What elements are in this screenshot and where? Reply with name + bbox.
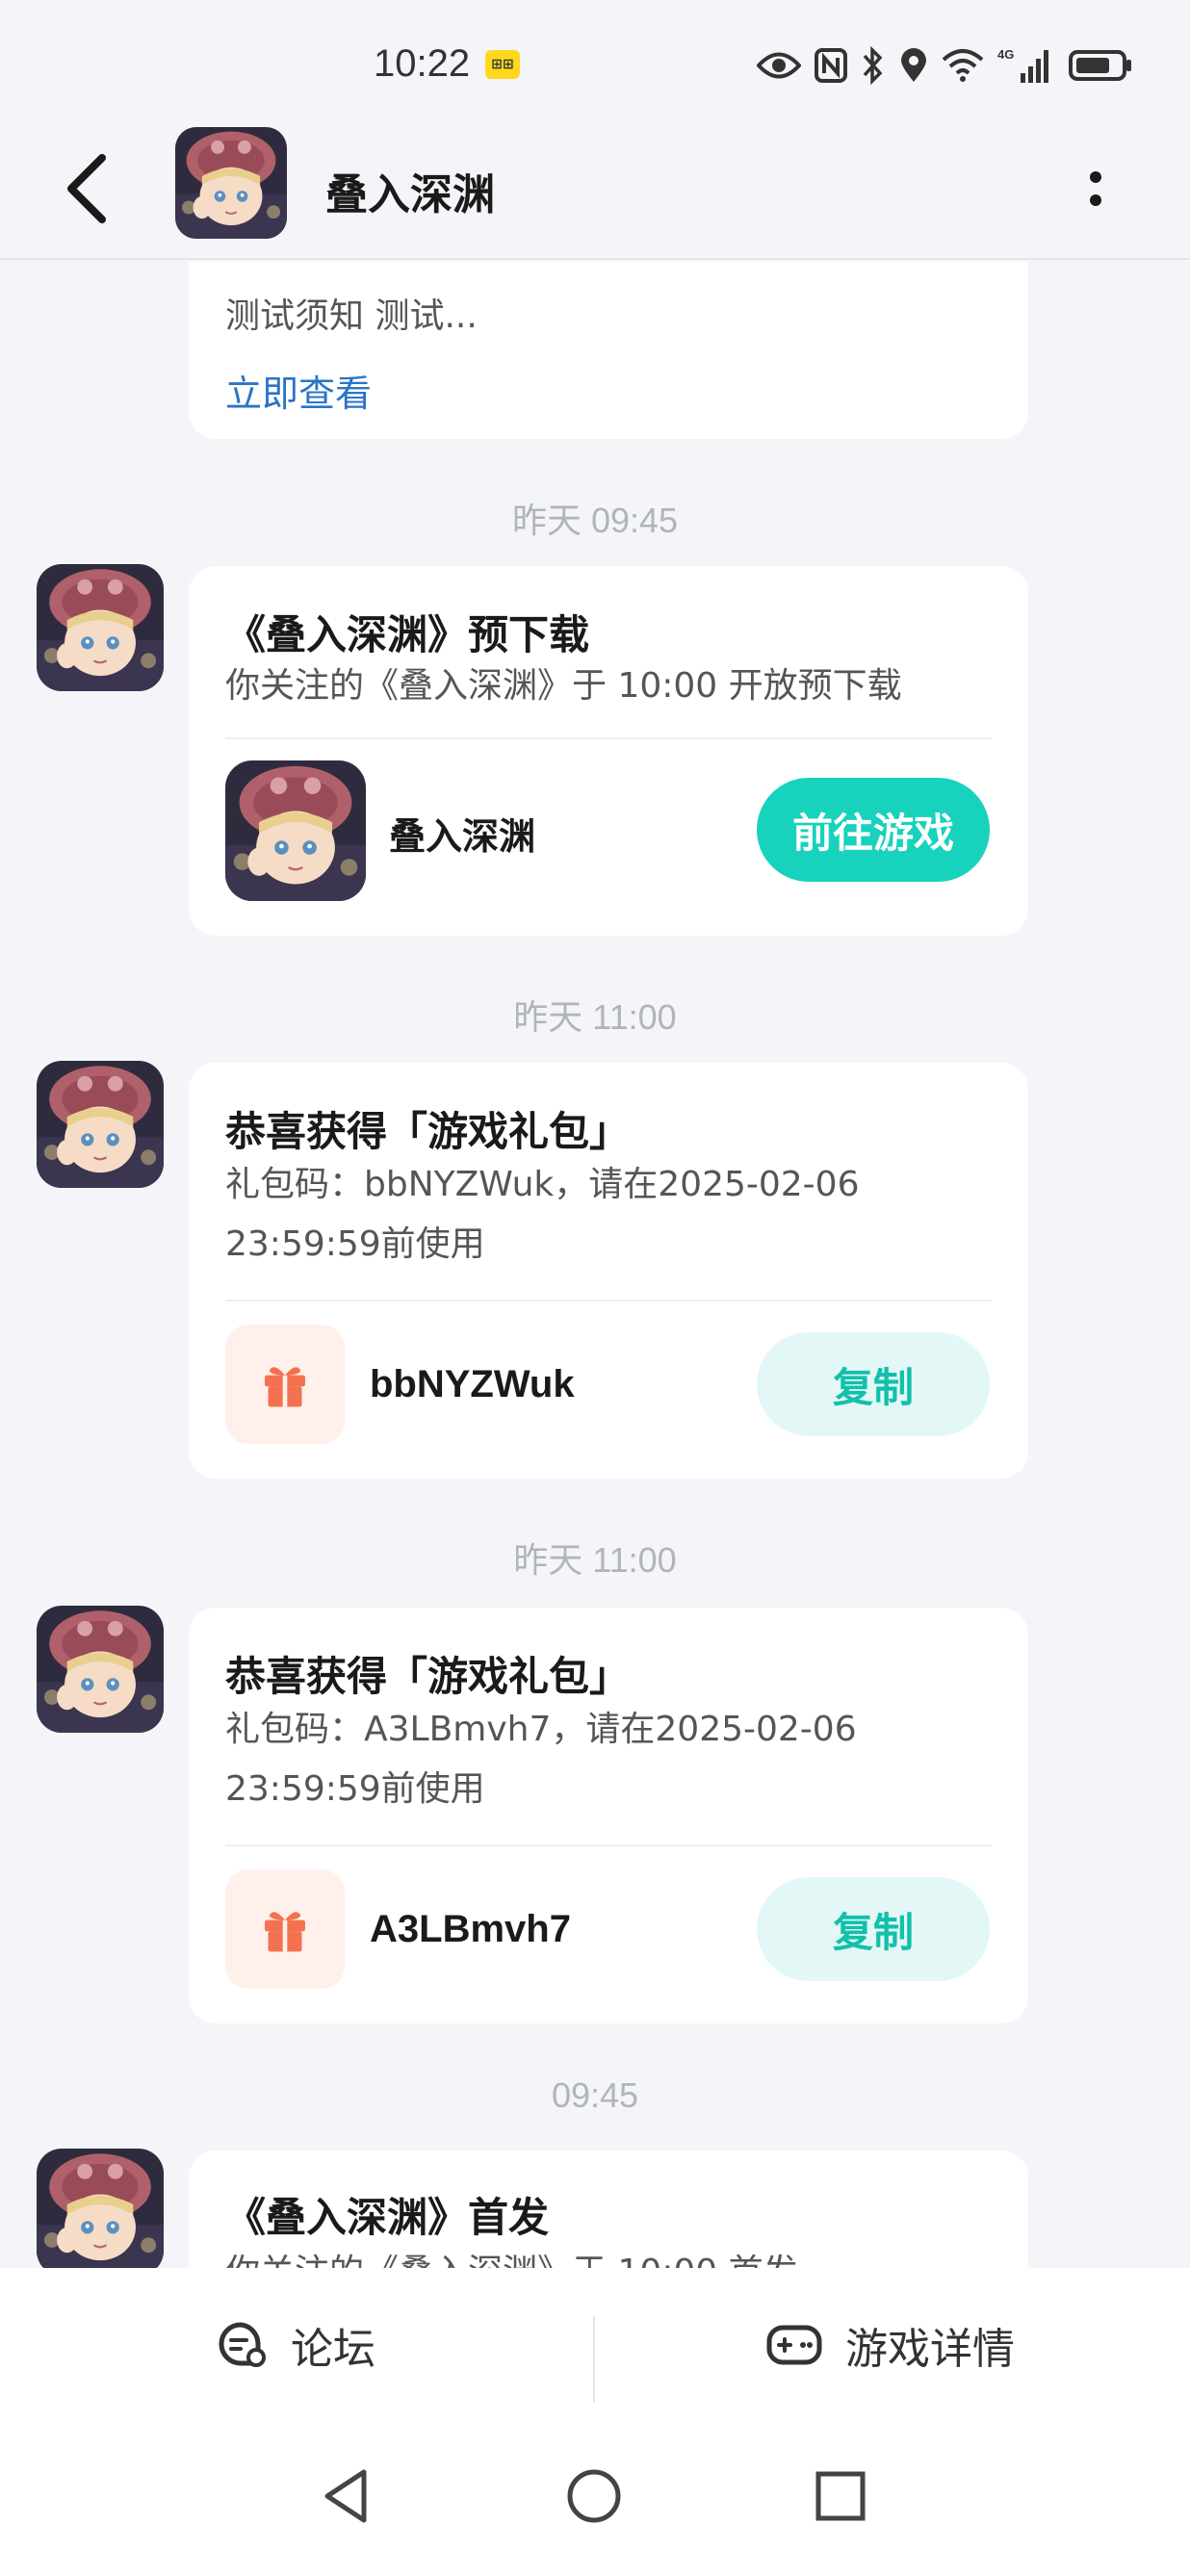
back-arrow-icon[interactable] (58, 152, 125, 225)
forum-label: 论坛 (291, 2325, 375, 2374)
game-detail-label: 游戏详情 (845, 2325, 1015, 2374)
game-detail-button[interactable]: 游戏详情 (766, 2268, 1015, 2422)
wifi-icon (942, 49, 984, 82)
forum-button[interactable]: 论坛 (216, 2268, 375, 2422)
svg-text:4G: 4G (997, 47, 1014, 62)
message-timestamp: 昨天 11:00 (513, 1540, 677, 1580)
game-name: 叠入深渊 (389, 815, 536, 858)
eye-icon (757, 52, 801, 79)
recents-square-icon[interactable] (807, 2462, 874, 2530)
battery-icon (1069, 50, 1131, 81)
sender-avatar[interactable] (37, 2149, 164, 2268)
location-icon (901, 48, 926, 82)
status-bar: 10:22 ⊞⊞ 4G (0, 0, 1190, 135)
message-text-line2: 23:59:59前使用 (225, 1769, 485, 1809)
copy-button[interactable]: 复制 (757, 1877, 990, 1981)
message-card: 《叠入深渊》首发 你关注的《叠入深渊》于 10:00 首发 (189, 2151, 1028, 2268)
message-text: 你关注的《叠入深渊》于 10:00 首发 (225, 2243, 996, 2268)
view-now-link[interactable]: 立即查看 (225, 364, 372, 417)
message-text-line1: 礼包码：bbNYZWuk，请在2025-02-06 (225, 1165, 860, 1204)
message-text-line1: 礼包码：A3LBmvh7，请在2025-02-06 (225, 1710, 857, 1749)
go-to-game-button[interactable]: 前往游戏 (757, 778, 990, 882)
divider (225, 737, 992, 739)
app-header: 叠入深渊 (0, 116, 1190, 260)
sender-avatar[interactable] (37, 564, 164, 691)
message-card: 恭喜获得「游戏礼包」 礼包码：A3LBmvh7，请在2025-02-06 23:… (189, 1608, 1028, 2023)
gift-icon (225, 1869, 345, 1989)
status-time: 10:22 (374, 42, 471, 85)
message-card: 恭喜获得「游戏礼包」 礼包码：bbNYZWuk，请在2025-02-06 23:… (189, 1063, 1028, 1479)
divider (225, 1844, 992, 1846)
message-timestamp: 昨天 09:45 (511, 501, 679, 540)
message-title: 《叠入深渊》首发 (225, 2194, 550, 2241)
message-title: 恭喜获得「游戏礼包」 (225, 1108, 631, 1155)
back-triangle-icon[interactable] (314, 2462, 381, 2530)
sender-avatar[interactable] (37, 1061, 164, 1188)
message-card: 《叠入深渊》预下载 你关注的《叠入深渊》于 10:00 开放预下载 叠入深渊 前… (189, 566, 1028, 936)
copy-button[interactable]: 复制 (757, 1332, 990, 1436)
message-text: 测试须知 测试... (225, 296, 478, 336)
gift-code: bbNYZWuk (370, 1363, 575, 1405)
message-title: 《叠入深渊》预下载 (225, 611, 590, 658)
notification-badge-icon: ⊞⊞ (485, 50, 520, 79)
game-avatar[interactable] (175, 127, 287, 239)
message-timestamp: 昨天 11:00 (513, 997, 677, 1037)
message-list[interactable]: 测试须知 测试... 立即查看 昨天 09:45 《叠入深渊》预下载 你关注的《… (0, 262, 1190, 2268)
game-thumbnail[interactable] (225, 760, 366, 901)
status-icons: 4G (757, 42, 1132, 89)
message-title: 恭喜获得「游戏礼包」 (225, 1653, 631, 1700)
bluetooth-icon (863, 46, 883, 85)
page-title: 叠入深渊 (325, 170, 495, 219)
message-text: 你关注的《叠入深渊》于 10:00 开放预下载 (225, 666, 902, 706)
gamepad-icon (766, 2325, 822, 2365)
home-circle-icon[interactable] (560, 2462, 628, 2530)
gift-code: A3LBmvh7 (370, 1908, 571, 1950)
sender-avatar[interactable] (37, 1606, 164, 1733)
message-text-line2: 23:59:59前使用 (225, 1224, 485, 1264)
divider (593, 2316, 595, 2403)
signal-4g-icon: 4G (997, 47, 1048, 83)
more-options-icon[interactable] (1078, 152, 1113, 225)
forum-icon (219, 2322, 266, 2367)
message-card: 测试须知 测试... 立即查看 (189, 262, 1028, 439)
gift-icon (225, 1325, 345, 1444)
system-nav-bar (0, 2422, 1190, 2576)
bottom-action-bar: 论坛 游戏详情 (0, 2268, 1190, 2422)
divider (225, 1300, 992, 1301)
nfc-icon (815, 48, 847, 83)
message-timestamp: 09:45 (551, 2075, 639, 2115)
